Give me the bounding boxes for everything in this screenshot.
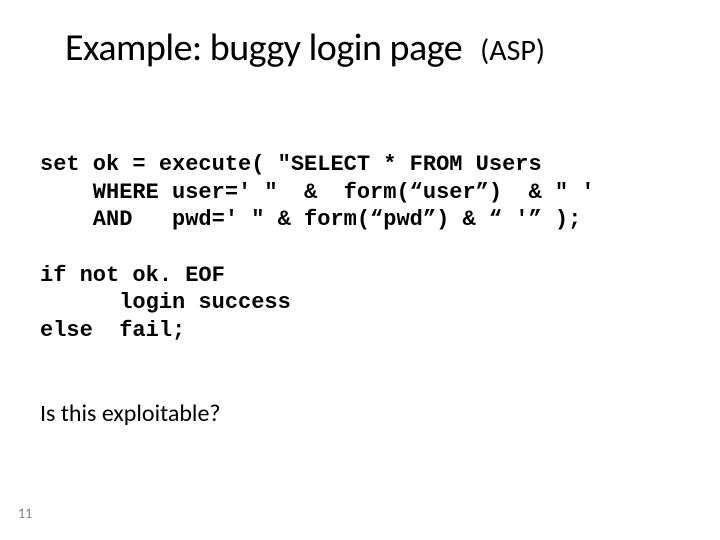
code-line-3: AND pwd=' " & form(“pwd”) & “ '” ); <box>40 207 581 232</box>
page-number: 11 <box>18 505 32 522</box>
code-line-1: set ok = execute( "SELECT * FROM Users <box>40 152 542 177</box>
slide-title: Example: buggy login page <box>65 25 462 71</box>
code-line-5: login success <box>40 290 291 315</box>
slide-subtitle: (ASP) <box>480 32 545 69</box>
code-line-6: else fail; <box>40 318 185 343</box>
code-line-4: if not ok. EOF <box>40 263 225 288</box>
title-row: Example: buggy login page (ASP) <box>65 25 680 71</box>
slide: Example: buggy login page (ASP) set ok =… <box>0 0 720 540</box>
question-text: Is this exploitable? <box>40 399 680 428</box>
code-line-2: WHERE user=' " & form(“user”) & " ' <box>40 180 595 205</box>
code-block-1: set ok = execute( "SELECT * FROM Users W… <box>40 151 680 234</box>
code-block-2: if not ok. EOF login success else fail; <box>40 262 680 345</box>
